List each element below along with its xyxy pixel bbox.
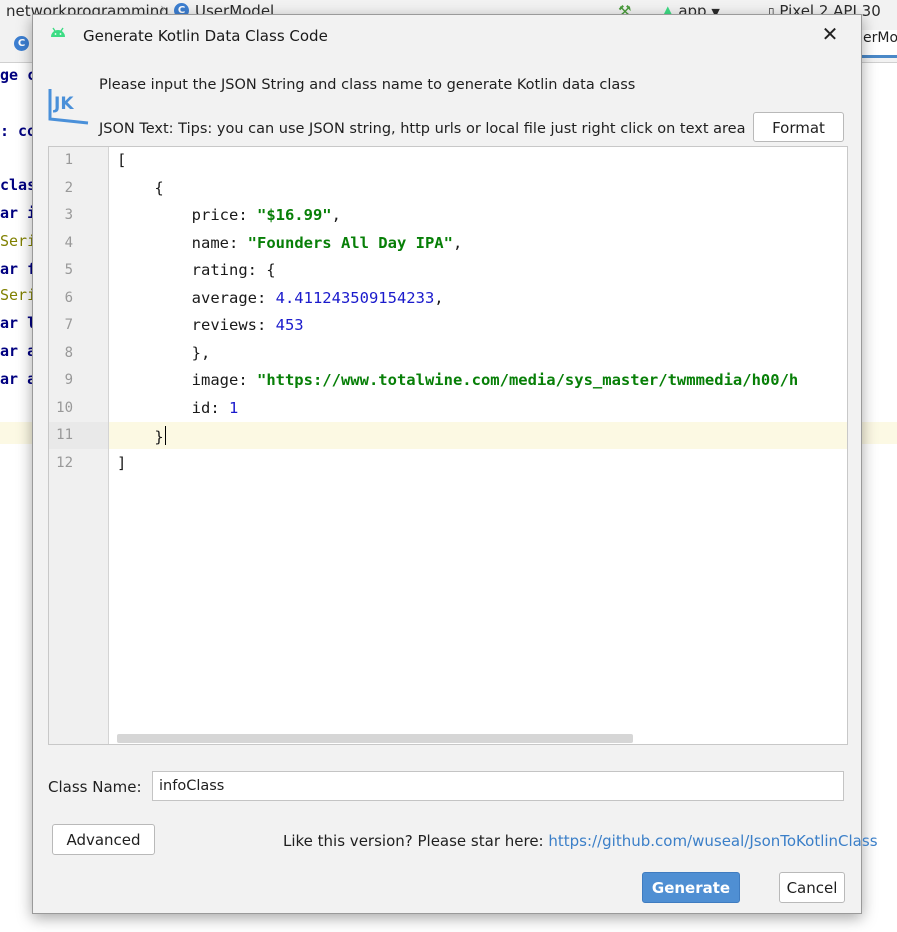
code-line: [ [117,151,127,169]
line-number: 4 [64,235,73,251]
code-line: { [117,179,164,197]
line-number: 10 [56,400,73,416]
ide-code-line: : co [0,122,37,140]
star-prompt: Like this version? Please star here: htt… [283,832,878,850]
advanced-button[interactable]: Advanced [52,824,155,855]
json-text-label: JSON Text: Tips: you can use JSON string… [99,121,746,137]
android-icon [51,27,65,37]
format-button[interactable]: Format [753,112,844,142]
line-number: 5 [64,262,73,278]
dialog-title-bar[interactable]: Generate Kotlin Data Class Code ✕ [33,15,861,55]
code-line: id: 1 [117,399,239,417]
code-line: average: 4.411243509154233, [117,289,444,307]
code-line: rating: { [117,261,276,279]
ide-code-line: ge c [0,66,37,84]
intro-text: Please input the JSON String and class n… [99,77,636,93]
logo-text: JK [53,94,74,114]
line-number: 9 [64,372,73,388]
class-name-input[interactable]: infoClass [152,771,844,801]
star-prompt-text: Like this version? Please star here: [283,832,549,850]
ide-code-line: ar a [0,370,37,388]
code-line: } [117,426,166,446]
code-line: name: "Founders All Day IPA", [117,234,463,252]
line-number: 6 [64,290,73,306]
line-number: 7 [64,317,73,333]
line-number: 3 [64,207,73,223]
class-name-label: Class Name: [48,778,142,796]
code-line: image: "https://www.totalwine.com/media/… [117,371,799,389]
code-line: reviews: 453 [117,316,304,334]
ide-code-line: clas [0,176,37,194]
ide-code-line: Seri [0,286,37,304]
json-to-kotlin-logo: JK [48,89,89,125]
ide-code-line: Seri [0,232,37,250]
line-number: 11 [56,427,73,443]
text-caret [164,426,166,445]
github-link[interactable]: https://github.com/wuseal/JsonToKotlinCl… [548,832,877,850]
code-line: }, [117,344,211,362]
close-icon[interactable]: ✕ [819,23,841,45]
current-line-highlight [49,422,847,449]
line-number: 2 [64,180,73,196]
ide-code-line: ar l [0,314,37,332]
json-editor[interactable]: 1 2 3 4 5 6 7 8 9 10 11 12 [ { price: "$… [48,146,848,745]
line-number: 1 [64,152,73,168]
generate-kotlin-dialog: Generate Kotlin Data Class Code ✕ JK Ple… [32,14,878,914]
generate-button[interactable]: Generate [642,872,740,903]
code-line: ] [117,454,127,472]
horizontal-scrollbar[interactable] [117,734,633,743]
dialog-title: Generate Kotlin Data Class Code [83,27,328,45]
line-number: 12 [56,455,73,471]
ide-code-line: ar i [0,204,37,222]
file-tab-icon: C [14,36,29,51]
cancel-button[interactable]: Cancel [779,872,845,903]
ide-editor-tab[interactable]: erMod [861,30,897,58]
ide-code-line: ar a [0,342,37,360]
ide-code-line: ar f [0,260,37,278]
code-line: price: "$16.99", [117,206,341,224]
line-number: 8 [64,345,73,361]
